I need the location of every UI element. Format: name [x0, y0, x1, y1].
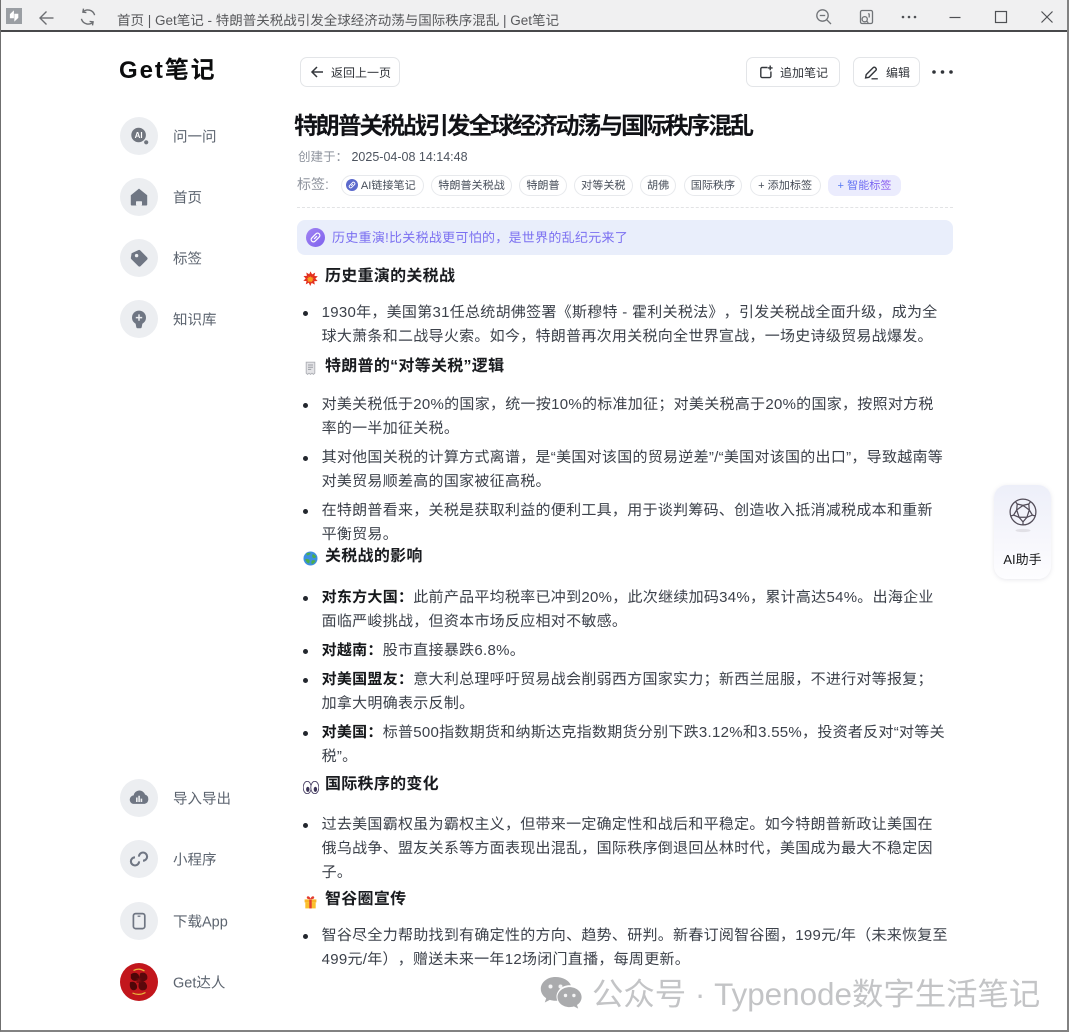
svg-text:AI: AI [135, 131, 143, 140]
